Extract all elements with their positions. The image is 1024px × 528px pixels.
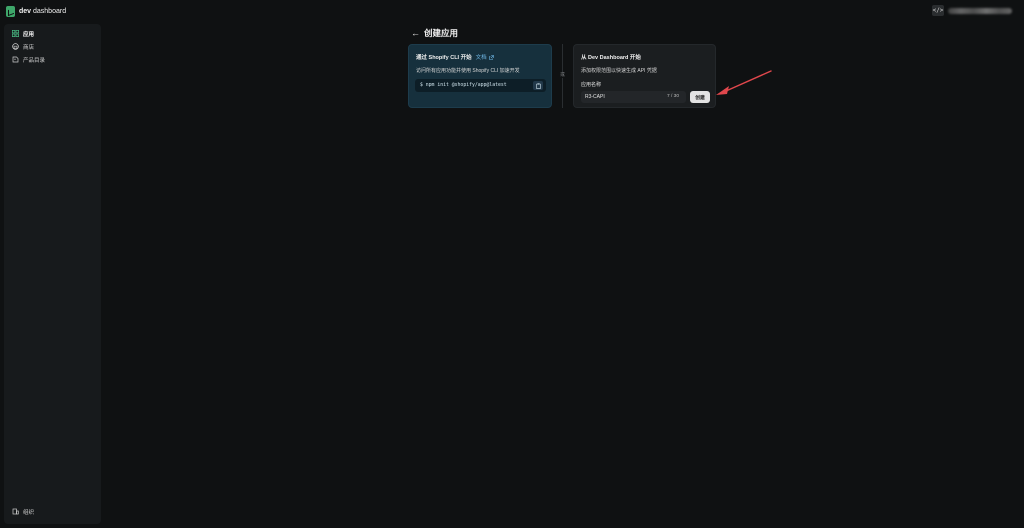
sidebar-item-label: 商店	[23, 44, 35, 51]
sidebar-item-store[interactable]: 商店	[4, 40, 101, 53]
back-arrow-icon[interactable]: ←	[411, 28, 420, 38]
cli-card: 通过 Shopify CLI 开始 文档 访问所有应用功能并使用 Shopify…	[408, 44, 552, 108]
code-icon[interactable]: </>	[932, 5, 944, 16]
cli-card-title-text: 通过 Shopify CLI 开始	[416, 55, 472, 61]
copy-button[interactable]	[533, 81, 543, 90]
character-count: 7 / 30	[667, 94, 680, 99]
page-header: ← 创建应用	[411, 27, 458, 39]
docs-link[interactable]: 文档	[476, 53, 494, 61]
sidebar-item-catalog[interactable]: 产品目录	[4, 53, 101, 66]
docs-link-label: 文档	[475, 55, 487, 61]
sidebar: 应用 商店 产品目录 组织	[4, 24, 101, 524]
catalog-icon	[12, 56, 19, 63]
cli-command-text: $ npm init @shopify/app@latest	[420, 83, 507, 88]
dashboard-card: 从 Dev Dashboard 开始 添加权限范围以快速生成 API 凭据 应用…	[573, 44, 716, 108]
store-icon	[12, 43, 19, 50]
app-root: dev dashboard </> 应用 商店 产品目录 组织 ← 创建应用 通…	[0, 0, 1024, 528]
brand-name: dev dashboard	[19, 8, 67, 15]
dashboard-card-title: 从 Dev Dashboard 开始	[581, 55, 641, 61]
organization-icon	[12, 508, 19, 515]
external-link-icon	[488, 54, 494, 60]
cli-card-title: 通过 Shopify CLI 开始 文档	[416, 53, 494, 61]
sidebar-item-label: 产品目录	[23, 57, 46, 64]
top-right-controls: </>	[932, 5, 1012, 16]
apps-icon	[12, 30, 19, 37]
divider-label: 或	[558, 72, 567, 78]
cli-command-box[interactable]: $ npm init @shopify/app@latest	[415, 79, 546, 92]
cli-card-description: 访问所有应用功能并使用 Shopify CLI 加速开发	[416, 68, 520, 74]
app-name-value: R3-CAPI	[585, 94, 605, 100]
clipboard-icon	[535, 82, 541, 89]
sidebar-item-label: 组织	[23, 509, 35, 516]
shopify-logo-icon	[6, 6, 15, 17]
sidebar-bottom: 组织	[4, 505, 101, 518]
account-menu[interactable]	[948, 7, 1012, 14]
brand[interactable]: dev dashboard	[6, 6, 66, 17]
sidebar-item-organization[interactable]: 组织	[4, 505, 101, 518]
sidebar-item-apps[interactable]: 应用	[4, 27, 101, 40]
app-name-label: 应用名称	[581, 82, 602, 88]
sidebar-nav: 应用 商店 产品目录	[4, 27, 101, 66]
dashboard-card-description: 添加权限范围以快速生成 API 凭据	[581, 68, 657, 74]
create-button[interactable]: 创建	[690, 91, 710, 103]
page-title: 创建应用	[424, 28, 459, 38]
top-bar: dev dashboard </>	[0, 0, 1024, 22]
sidebar-item-label: 应用	[23, 31, 35, 38]
